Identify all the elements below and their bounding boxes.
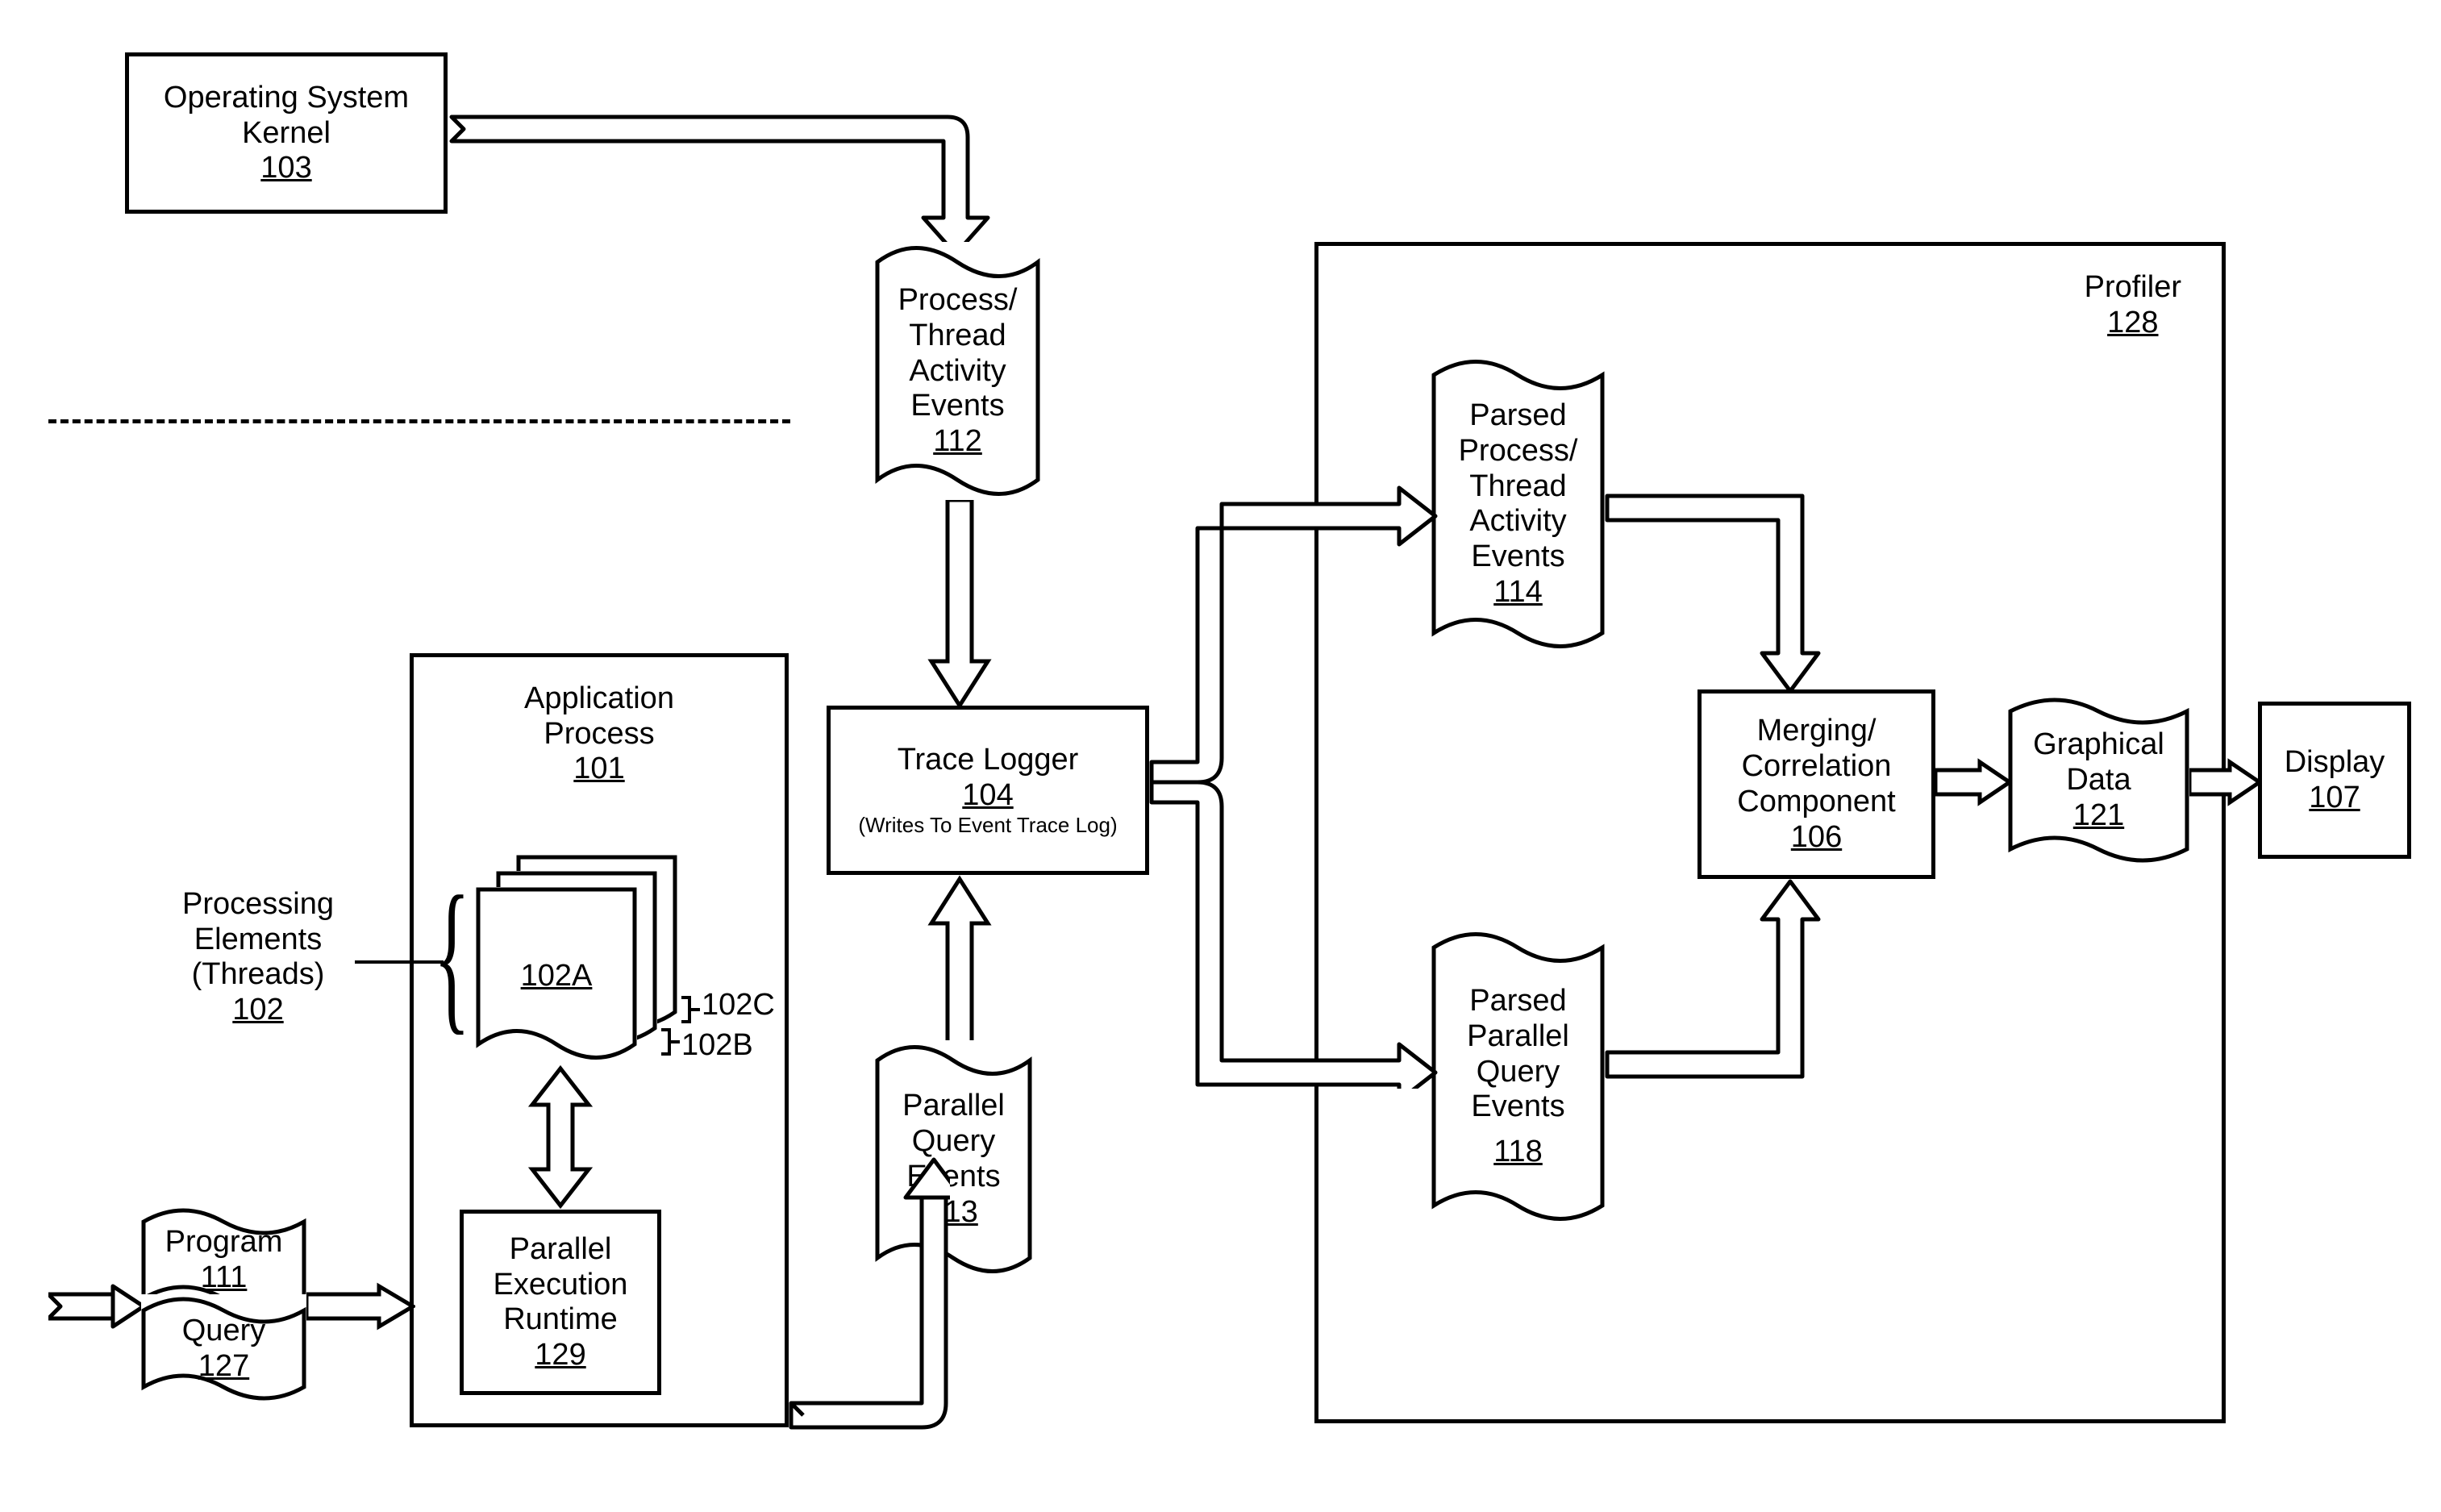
brace-icon: { bbox=[434, 859, 470, 1053]
arrow-merging-to-graphical bbox=[1935, 758, 2012, 806]
arrow-threads-runtime bbox=[528, 1064, 593, 1210]
processing-elements-ref: 102 bbox=[157, 993, 359, 1028]
arrow-logger-to-parsed-process bbox=[1149, 480, 1439, 782]
merging-ref: 106 bbox=[1791, 820, 1842, 855]
processing-elements-label: ProcessingElements(Threads) bbox=[157, 887, 359, 993]
os-kernel-ref: 103 bbox=[260, 151, 311, 185]
process-events-doc: Process/ThreadActivityEvents 112 bbox=[875, 242, 1040, 500]
arrow-kernel-to-events bbox=[448, 113, 1012, 258]
merging-box: Merging/CorrelationComponent 106 bbox=[1697, 689, 1935, 879]
display-ref: 107 bbox=[2309, 781, 2360, 815]
display-label: Display bbox=[2285, 745, 2385, 781]
parsed-parallel-label: ParsedParallelQueryEvents bbox=[1467, 984, 1569, 1125]
thread-b-ref: 102B bbox=[681, 1028, 753, 1064]
app-process-ref: 101 bbox=[573, 752, 624, 786]
thread-c-ref: 102C bbox=[702, 988, 775, 1023]
query-doc: Query 127 bbox=[141, 1294, 306, 1403]
app-process-label: ApplicationProcess bbox=[524, 681, 674, 752]
profiler-label: Profiler bbox=[2085, 270, 2181, 306]
bracket-102b bbox=[657, 1026, 681, 1058]
parallel-runtime-box: ParallelExecutionRuntime 129 bbox=[460, 1210, 661, 1395]
arrow-114-to-merging bbox=[1605, 480, 1831, 698]
parsed-process-doc: ParsedProcess/ThreadActivityEvents 114 bbox=[1431, 355, 1605, 653]
arrow-parallel-to-logger bbox=[927, 875, 992, 1052]
arrow-118-to-merging bbox=[1605, 875, 1831, 1093]
program-label: Program bbox=[165, 1225, 283, 1260]
display-box: Display 107 bbox=[2258, 702, 2411, 859]
thread-a-ref: 102A bbox=[521, 959, 593, 993]
query-ref: 127 bbox=[198, 1349, 249, 1384]
arrow-program-to-app bbox=[306, 1282, 415, 1331]
os-kernel-label: Operating SystemKernel bbox=[164, 81, 409, 151]
thread-doc-a: 102A bbox=[476, 887, 637, 1064]
os-kernel-box: Operating SystemKernel 103 bbox=[125, 52, 448, 214]
trace-logger-label: Trace Logger bbox=[898, 743, 1079, 778]
trace-logger-box: Trace Logger 104 (Writes To Event Trace … bbox=[827, 706, 1149, 875]
parallel-runtime-ref: 129 bbox=[535, 1338, 585, 1372]
graphical-label: GraphicalData bbox=[2033, 727, 2164, 798]
process-events-label: Process/ThreadActivityEvents bbox=[898, 283, 1018, 424]
dashed-separator bbox=[48, 419, 790, 423]
parsed-process-ref: 114 bbox=[1493, 575, 1543, 610]
arrow-app-to-parallelevents bbox=[789, 1153, 950, 1443]
graphical-ref: 121 bbox=[2073, 798, 2124, 833]
brace-connector bbox=[355, 960, 444, 964]
arrow-entry bbox=[48, 1282, 145, 1331]
program-ref: 111 bbox=[201, 1260, 248, 1295]
profiler-ref: 128 bbox=[2085, 306, 2181, 340]
arrow-logger-to-parsed-parallel bbox=[1149, 782, 1439, 1089]
parsed-parallel-doc: ParsedParallelQueryEvents 118 bbox=[1431, 927, 1605, 1226]
query-label: Query bbox=[182, 1314, 265, 1349]
arrow-graphical-to-display bbox=[2189, 758, 2262, 806]
bracket-102c bbox=[677, 993, 702, 1026]
trace-logger-sub: (Writes To Event Trace Log) bbox=[858, 813, 1117, 838]
graphical-data-doc: GraphicalData 121 bbox=[2008, 694, 2189, 867]
parsed-parallel-ref: 118 bbox=[1493, 1135, 1543, 1169]
arrow-events-to-logger bbox=[927, 500, 992, 710]
diagram-canvas: Operating SystemKernel 103 Process/Threa… bbox=[0, 0, 2441, 1512]
processing-elements-label-group: ProcessingElements(Threads) 102 bbox=[157, 887, 359, 1028]
process-events-ref: 112 bbox=[933, 424, 982, 459]
trace-logger-ref: 104 bbox=[962, 778, 1013, 813]
parsed-process-label: ParsedProcess/ThreadActivityEvents bbox=[1459, 398, 1578, 574]
merging-label: Merging/CorrelationComponent bbox=[1737, 714, 1895, 819]
parallel-runtime-label: ParallelExecutionRuntime bbox=[494, 1232, 628, 1338]
